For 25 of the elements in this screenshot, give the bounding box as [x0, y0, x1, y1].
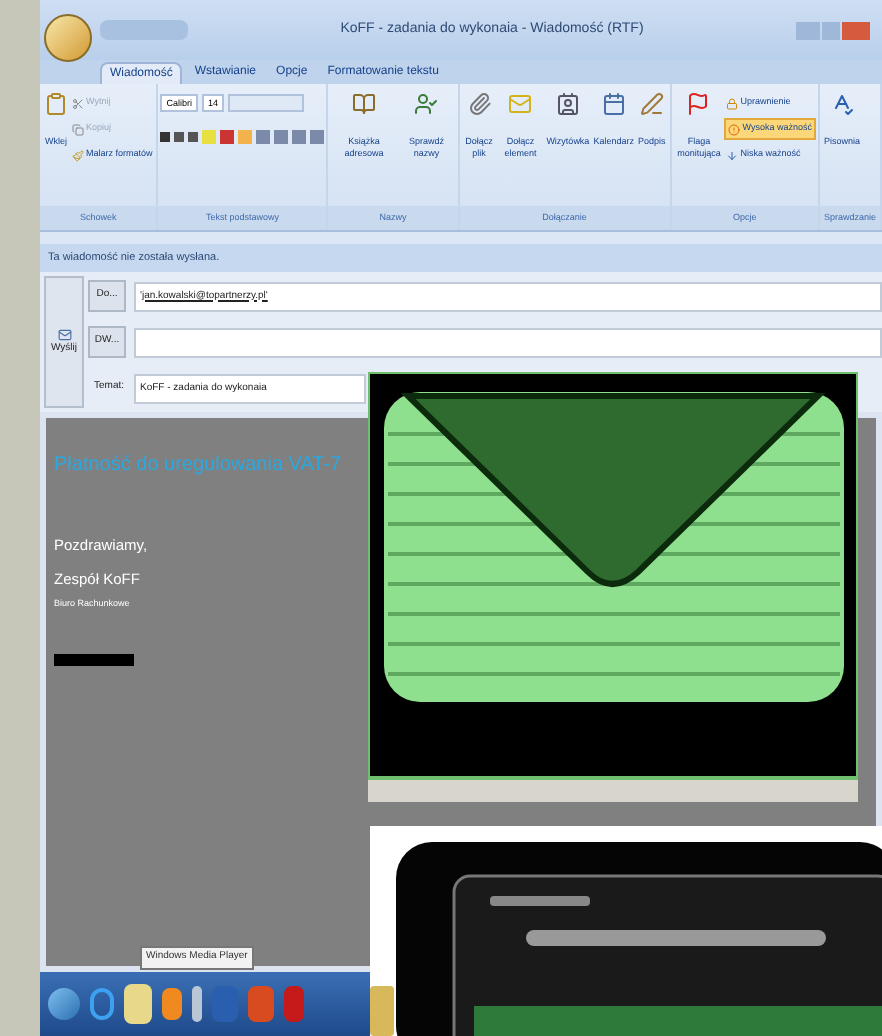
- book-icon: [351, 92, 376, 116]
- envelope-icon: [508, 92, 533, 116]
- browser-icon[interactable]: [90, 988, 114, 1020]
- pen-icon: [639, 92, 664, 116]
- window-controls-icon[interactable]: [796, 21, 870, 39]
- paperclip-icon: [467, 92, 492, 116]
- body-heading: Płatność do uregulowania VAT-7: [54, 452, 344, 480]
- down-arrow-icon: [726, 149, 739, 161]
- lock-icon: [726, 97, 739, 109]
- formatting-toolbar-icon[interactable]: [160, 128, 325, 144]
- spellcheck-icon: [829, 92, 854, 116]
- scissors-icon: [72, 97, 84, 109]
- person-check-icon: [414, 92, 439, 116]
- paintbrush-icon: [72, 149, 84, 161]
- office-logo-icon[interactable]: [44, 14, 92, 62]
- copy-icon: [72, 123, 84, 135]
- signature-bar: [54, 654, 134, 666]
- calendar-icon: [601, 92, 626, 116]
- exclamation-icon: [728, 123, 741, 135]
- start-icon[interactable]: [48, 988, 80, 1020]
- contact-card-icon: [555, 92, 580, 116]
- input-field[interactable]: [134, 327, 882, 357]
- envelope-icon: [57, 327, 71, 342]
- clipboard-icon: [44, 92, 68, 116]
- flag-icon: [686, 92, 711, 116]
